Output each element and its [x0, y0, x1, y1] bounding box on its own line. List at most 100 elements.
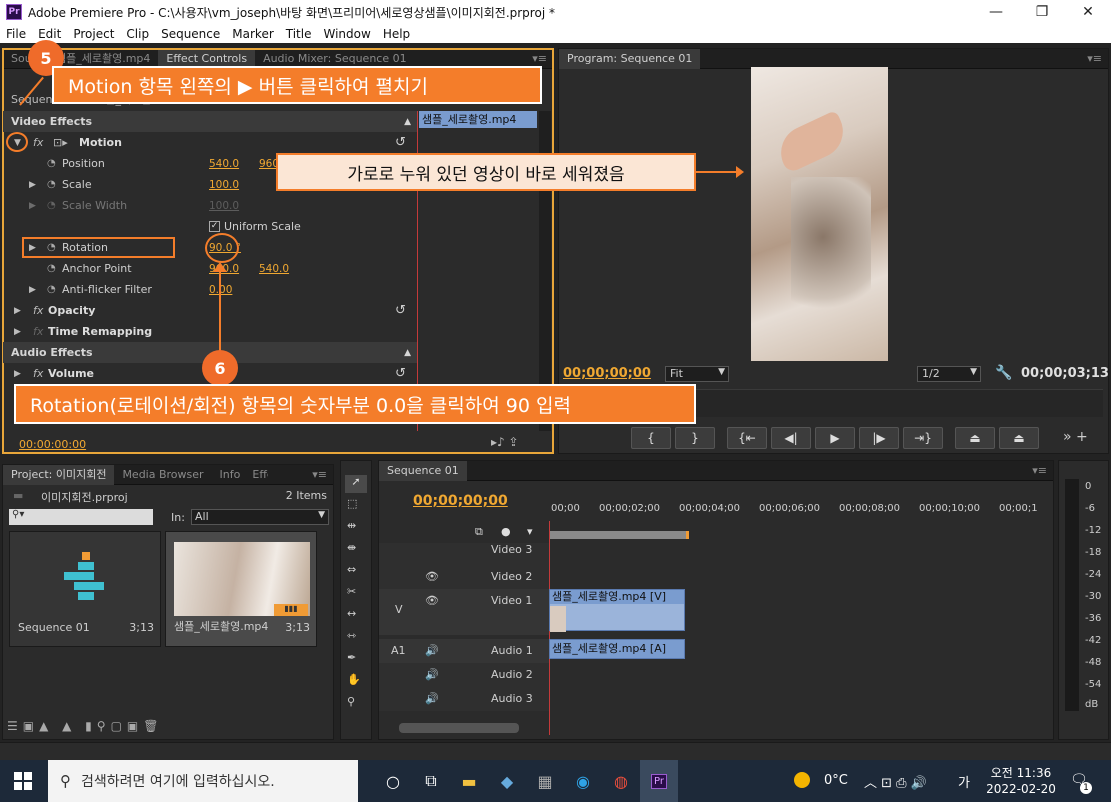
- add-button-icon[interactable]: » +: [1063, 429, 1088, 445]
- menu-sequence[interactable]: Sequence: [161, 27, 220, 41]
- uniform-scale-checkbox[interactable]: ✓: [209, 221, 220, 232]
- menu-file[interactable]: File: [6, 27, 26, 41]
- selection-tool-icon[interactable]: ➚: [345, 475, 367, 493]
- notepad-icon[interactable]: ◆: [488, 760, 526, 802]
- stopwatch-icon[interactable]: ◔: [47, 158, 56, 169]
- calculator-icon[interactable]: ▦: [526, 760, 564, 802]
- close-button[interactable]: ✕: [1065, 0, 1111, 24]
- menu-help[interactable]: Help: [383, 27, 410, 41]
- snap-icon[interactable]: ⧉: [475, 525, 483, 539]
- ime-indicator[interactable]: 가: [958, 772, 970, 791]
- rolling-edit-tool-icon[interactable]: ⇼: [347, 541, 356, 554]
- tab-sequence-01[interactable]: Sequence 01: [379, 460, 467, 481]
- anchor-y-value[interactable]: 540.0: [259, 263, 289, 275]
- mark-out-button[interactable]: }: [675, 427, 715, 449]
- clock-time[interactable]: 오전 11:36: [986, 764, 1056, 781]
- step-back-button[interactable]: ◀|: [771, 427, 811, 449]
- time-ruler[interactable]: 00;00 00;00;02;00 00;00;04;00 00;00;06;0…: [549, 501, 1038, 541]
- opacity-expand-icon[interactable]: ▶: [14, 306, 21, 316]
- rate-stretch-tool-icon[interactable]: ⇔: [347, 563, 356, 576]
- restore-button[interactable]: ❐: [1019, 0, 1065, 24]
- menu-clip[interactable]: Clip: [126, 27, 149, 41]
- program-timecode-left[interactable]: 00;00;00;00: [563, 366, 651, 381]
- razor-tool-icon[interactable]: ✂: [347, 585, 356, 598]
- audio-clip[interactable]: 샘플_세로촬영.mp4 [A]: [549, 639, 685, 659]
- file-explorer-icon[interactable]: ▬: [450, 760, 488, 802]
- windows-start-icon[interactable]: [14, 772, 32, 790]
- extract-button[interactable]: ⏏: [999, 427, 1039, 449]
- time-remap-expand-icon[interactable]: ▶: [14, 327, 21, 337]
- speaker-icon[interactable]: 🔊: [425, 692, 439, 705]
- mark-in-button[interactable]: {: [631, 427, 671, 449]
- pen-tool-icon[interactable]: ✒: [347, 651, 356, 664]
- zoom-tool-icon[interactable]: ⚲: [347, 695, 355, 708]
- track-select-tool-icon[interactable]: ⬚: [347, 497, 357, 510]
- premiere-taskbar-icon[interactable]: Pr: [640, 760, 678, 802]
- stopwatch-icon[interactable]: ◔: [47, 242, 56, 253]
- taskbar-search-input[interactable]: ⚲ 검색하려면 여기에 입력하십시오.: [48, 760, 358, 802]
- menu-marker[interactable]: Marker: [232, 27, 273, 41]
- tab-effects[interactable]: Effects: [248, 465, 268, 485]
- project-item-clip[interactable]: ▮▮▮ 샘플_세로촬영.mp4 3;13: [165, 531, 317, 647]
- tab-program[interactable]: Program: Sequence 01: [559, 48, 701, 69]
- ec-footer-icons[interactable]: ▸♪ ⇪: [491, 435, 519, 449]
- scroll-up-icon[interactable]: ▲: [404, 117, 411, 127]
- step-forward-button[interactable]: |▶: [859, 427, 899, 449]
- menu-project[interactable]: Project: [73, 27, 114, 41]
- edge-icon[interactable]: ◉: [564, 760, 602, 802]
- scale-value[interactable]: 100.0: [209, 179, 239, 191]
- tab-media-browser[interactable]: Media Browser: [114, 465, 211, 485]
- hand-tool-icon[interactable]: ✋: [347, 673, 361, 686]
- add-marker-icon[interactable]: ●: [501, 525, 511, 538]
- in-dropdown[interactable]: All ▼: [191, 509, 329, 525]
- menu-window[interactable]: Window: [323, 27, 370, 41]
- position-x-value[interactable]: 540.0: [209, 158, 239, 170]
- timeline-timecode[interactable]: 00;00;00;00: [413, 493, 508, 509]
- reset-icon[interactable]: ↺: [395, 303, 406, 318]
- tray-icons[interactable]: ︿ ⊡ ⎙ 🔊: [864, 772, 927, 791]
- fit-dropdown[interactable]: Fit ▼: [665, 366, 729, 382]
- cortana-icon[interactable]: ○: [374, 760, 412, 802]
- tab-project[interactable]: Project: 이미지회전: [3, 464, 115, 485]
- slip-tool-icon[interactable]: ↔: [347, 607, 356, 620]
- menu-edit[interactable]: Edit: [38, 27, 61, 41]
- stopwatch-icon[interactable]: ◔: [47, 263, 56, 274]
- panel-menu-icon[interactable]: ▾≡: [312, 468, 327, 481]
- minimize-button[interactable]: —: [973, 0, 1019, 24]
- timeline-scrollbar[interactable]: [399, 723, 519, 733]
- ripple-edit-tool-icon[interactable]: ⇹: [347, 519, 356, 532]
- rotation-expand-icon[interactable]: ▶: [29, 243, 36, 253]
- resolution-dropdown[interactable]: 1/2 ▼: [917, 366, 981, 382]
- project-item-sequence[interactable]: Sequence 01 3;13: [9, 531, 161, 647]
- reset-icon[interactable]: ↺: [395, 366, 406, 381]
- panel-menu-icon[interactable]: ▾≡: [1032, 464, 1047, 477]
- track-target[interactable]: V: [395, 603, 403, 616]
- marker-icon[interactable]: ▾: [527, 525, 533, 538]
- scroll-up-icon[interactable]: ▲: [404, 348, 411, 358]
- chrome-icon[interactable]: ◍: [602, 760, 640, 802]
- lift-button[interactable]: ⏏: [955, 427, 995, 449]
- ec-timecode[interactable]: 00:00:00:00: [19, 438, 86, 451]
- reset-icon[interactable]: ↺: [395, 135, 406, 150]
- play-button[interactable]: ▶: [815, 427, 855, 449]
- speaker-icon[interactable]: 🔊: [425, 668, 439, 681]
- track-target[interactable]: A1: [391, 644, 406, 657]
- weather-icon[interactable]: [794, 772, 810, 788]
- eye-icon[interactable]: 👁: [425, 570, 439, 583]
- wrench-icon[interactable]: 🔧: [995, 365, 1012, 381]
- project-search-input[interactable]: ⚲▾: [9, 509, 153, 525]
- volume-expand-icon[interactable]: ▶: [14, 369, 21, 379]
- go-to-out-button[interactable]: ⇥}: [903, 427, 943, 449]
- task-view-icon[interactable]: ⧉: [412, 760, 450, 802]
- video-clip[interactable]: 샘플_세로촬영.mp4 [V]: [549, 589, 685, 632]
- slide-tool-icon[interactable]: ⇿: [347, 629, 356, 642]
- clock-date[interactable]: 2022-02-20: [984, 782, 1058, 796]
- menu-title[interactable]: Title: [286, 27, 312, 41]
- speaker-icon[interactable]: 🔊: [425, 644, 439, 657]
- tab-info[interactable]: Info: [212, 465, 249, 485]
- scale-expand-icon[interactable]: ▶: [29, 180, 36, 190]
- panel-menu-icon[interactable]: ▾≡: [532, 52, 547, 65]
- panel-menu-icon[interactable]: ▾≡: [1087, 52, 1102, 65]
- work-area-bar[interactable]: [549, 531, 689, 539]
- eye-icon[interactable]: 👁: [425, 594, 439, 607]
